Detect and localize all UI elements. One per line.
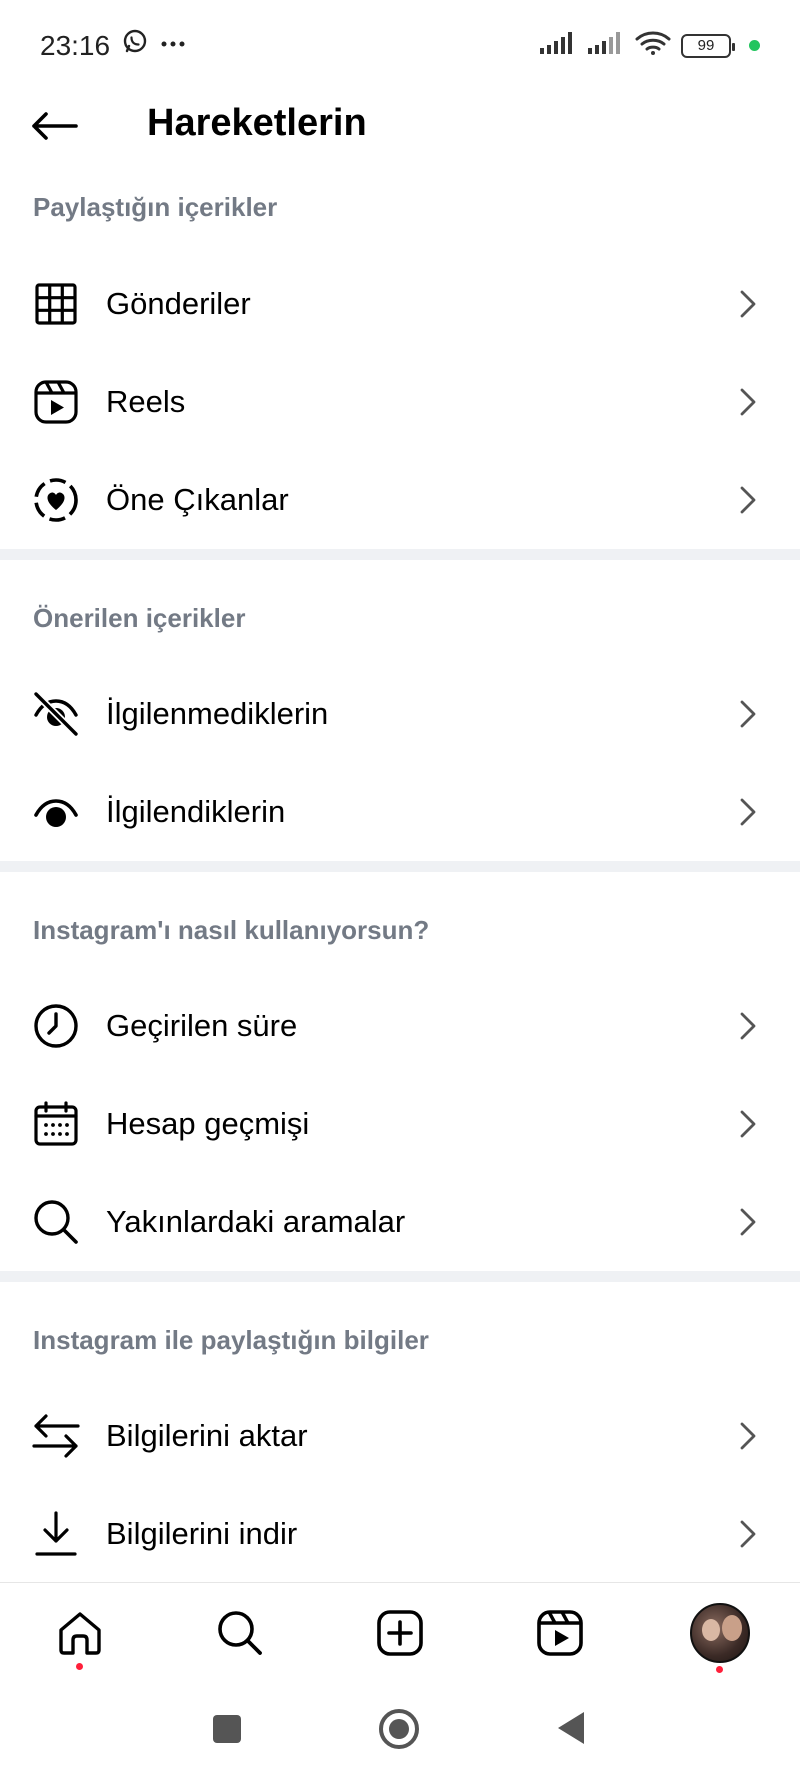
nav-reels[interactable] <box>530 1603 590 1663</box>
menu-item-not-interested[interactable]: İlgilenmediklerin <box>0 665 800 763</box>
chevron-right-icon <box>740 798 756 826</box>
highlights-icon <box>32 476 80 524</box>
chevron-right-icon <box>740 1520 756 1548</box>
section-divider <box>0 1271 800 1282</box>
nav-create[interactable] <box>370 1603 430 1663</box>
status-right: 99 <box>539 30 760 61</box>
eye-icon <box>32 788 80 836</box>
home-icon <box>59 1612 101 1655</box>
back-button[interactable] <box>30 104 84 148</box>
menu-item-label: İlgilenmediklerin <box>106 696 329 731</box>
chevron-right-icon <box>740 1012 756 1040</box>
reels-icon <box>537 1610 583 1656</box>
avatar <box>690 1603 750 1663</box>
notification-dot <box>716 1666 723 1673</box>
search-icon <box>32 1198 80 1246</box>
section-divider <box>0 549 800 560</box>
chevron-right-icon <box>740 388 756 416</box>
chevron-right-icon <box>740 290 756 318</box>
section-heading-shared-content: Paylaştığın içerikler <box>33 192 278 222</box>
menu-item-reels[interactable]: Reels <box>0 353 800 451</box>
grid-icon <box>32 280 80 328</box>
menu-item-label: Bilgilerini aktar <box>106 1418 308 1453</box>
menu-item-label: Hesap geçmişi <box>106 1106 310 1141</box>
menu-item-label: İlgilendiklerin <box>106 794 286 829</box>
download-icon <box>32 1510 80 1558</box>
privacy-indicator <box>749 40 760 51</box>
menu-item-interested[interactable]: İlgilendiklerin <box>0 763 800 861</box>
section-heading-shared-info: Instagram ile paylaştığın bilgiler <box>33 1325 429 1355</box>
menu-item-label: Yakınlardaki aramalar <box>106 1204 406 1239</box>
header: Hareketlerin <box>0 90 800 162</box>
menu-item-recent-searches[interactable]: Yakınlardaki aramalar <box>0 1173 800 1271</box>
section-heading-suggested-content: Önerilen içerikler <box>33 603 246 633</box>
battery-icon: 99 <box>681 33 735 58</box>
chevron-right-icon <box>740 700 756 728</box>
reels-icon <box>32 378 80 426</box>
signal-weak-icon <box>587 30 625 61</box>
chevron-right-icon <box>740 1110 756 1138</box>
menu-item-download-info[interactable]: Bilgilerini indir <box>0 1485 800 1583</box>
arrow-left-icon <box>32 112 78 140</box>
signal-icon <box>539 30 577 61</box>
home-button[interactable] <box>378 1708 420 1750</box>
transfer-icon <box>32 1412 80 1460</box>
system-nav-bar <box>0 1688 800 1777</box>
menu-item-label: Reels <box>106 384 186 419</box>
chevron-right-icon <box>740 1422 756 1450</box>
status-time: 23:16 <box>40 30 111 61</box>
bottom-nav <box>0 1582 800 1688</box>
chevron-right-icon <box>740 1208 756 1236</box>
recents-button[interactable] <box>212 1714 242 1744</box>
clock-icon <box>32 1002 80 1050</box>
menu-item-time-spent[interactable]: Geçirilen süre <box>0 977 800 1075</box>
search-icon <box>218 1611 262 1655</box>
menu-item-posts[interactable]: Gönderiler <box>0 255 800 353</box>
section-divider <box>0 861 800 872</box>
section-heading-usage: Instagram'ı nasıl kullanıyorsun? <box>33 915 430 945</box>
status-bar: 23:16 99 <box>0 0 800 90</box>
menu-item-label: Öne Çıkanlar <box>106 482 289 517</box>
notification-dot <box>76 1663 83 1670</box>
menu-item-label: Geçirilen süre <box>106 1008 298 1043</box>
page-title: Hareketlerin <box>147 102 367 144</box>
more-dots-icon <box>160 35 186 53</box>
menu-item-label: Bilgilerini indir <box>106 1516 298 1551</box>
nav-profile[interactable] <box>690 1603 750 1673</box>
eye-off-icon <box>32 690 80 738</box>
menu-item-highlights[interactable]: Öne Çıkanlar <box>0 451 800 549</box>
back-system-button[interactable] <box>556 1710 586 1746</box>
menu-item-label: Gönderiler <box>106 286 251 321</box>
status-left-icons <box>122 28 186 59</box>
whatsapp-icon <box>122 28 148 59</box>
plus-square-icon <box>377 1610 423 1656</box>
menu-item-transfer-info[interactable]: Bilgilerini aktar <box>0 1387 800 1485</box>
chevron-right-icon <box>740 486 756 514</box>
nav-search[interactable] <box>210 1603 270 1663</box>
calendar-icon <box>32 1100 80 1148</box>
nav-home[interactable] <box>50 1603 110 1670</box>
menu-item-account-history[interactable]: Hesap geçmişi <box>0 1075 800 1173</box>
wifi-icon <box>635 30 671 61</box>
